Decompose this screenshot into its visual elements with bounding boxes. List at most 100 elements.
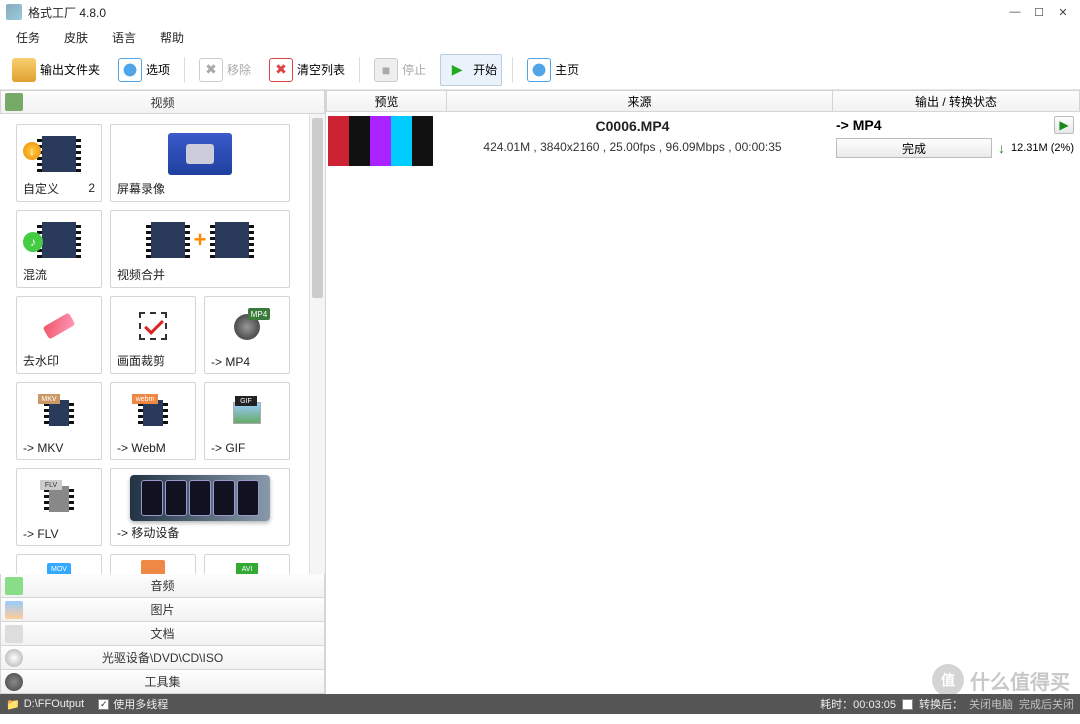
clear-label: 清空列表 (297, 61, 345, 78)
audio-category-icon (5, 577, 23, 595)
menu-language[interactable]: 语言 (102, 25, 146, 50)
tile-to-mp4[interactable]: MP4 -> MP4 (204, 296, 290, 374)
task-size-pct: 12.31M (2%) (1011, 142, 1074, 154)
stop-icon: ■ (374, 58, 398, 82)
remove-icon: ✖ (199, 58, 223, 82)
output-folder-label: 输出文件夹 (40, 61, 100, 78)
remove-button[interactable]: ✖ 移除 (195, 55, 255, 85)
category-audio-label: 音频 (150, 577, 174, 594)
task-list: 预览 来源 输出 / 转换状态 C0006.MP4 424.01M , 3840… (326, 90, 1080, 694)
disc-category-icon (5, 649, 23, 667)
tools-category-icon (5, 673, 23, 691)
tile-custom-badge: 2 (88, 181, 95, 195)
play-icon: ▶ (445, 58, 469, 82)
category-tools-header[interactable]: 工具集 (0, 670, 325, 694)
options-icon (118, 58, 142, 82)
home-button[interactable]: 主页 (523, 55, 583, 85)
sidebar-scrollbar[interactable] (309, 114, 325, 574)
tile-screen-record-label: 屏幕录像 (117, 178, 283, 197)
category-picture-header[interactable]: 图片 (0, 598, 325, 622)
clear-list-button[interactable]: ✖ 清空列表 (265, 55, 349, 85)
tile-to-flv-label: -> FLV (23, 525, 95, 541)
stop-button[interactable]: ■ 停止 (370, 55, 430, 85)
category-disc-header[interactable]: 光驱设备\DVD\CD\ISO (0, 646, 325, 670)
menu-skin[interactable]: 皮肤 (54, 25, 98, 50)
tile-to-gif[interactable]: GIF -> GIF (204, 382, 290, 460)
menu-task[interactable]: 任务 (6, 25, 50, 50)
tile-to-mobile-label: -> 移动设备 (117, 522, 283, 541)
col-preview[interactable]: 预览 (327, 91, 447, 111)
stop-label: 停止 (402, 61, 426, 78)
tile-partial-2[interactable] (110, 554, 196, 574)
done-exit: 完成后关闭 (1019, 696, 1074, 712)
multithread-checkbox[interactable]: ✓ (98, 699, 109, 710)
tile-screen-record[interactable]: 屏幕录像 (110, 124, 290, 202)
video-category-icon (5, 93, 23, 111)
maximize-button[interactable]: ☐ (1028, 4, 1050, 20)
task-row[interactable]: C0006.MP4 424.01M , 3840x2160 , 25.00fps… (326, 112, 1080, 170)
clear-icon: ✖ (269, 58, 293, 82)
menubar: 任务 皮肤 语言 帮助 (0, 24, 1080, 50)
after-convert-checkbox[interactable] (902, 699, 913, 710)
tile-to-mkv[interactable]: MKV -> MKV (16, 382, 102, 460)
watermark-text: 什么值得买 (970, 666, 1070, 695)
category-document-label: 文档 (150, 625, 174, 642)
output-folder-button[interactable]: 输出文件夹 (8, 55, 104, 85)
sidebar: 视频 ↓ 自定义 2 屏幕录像 ♪ 混流 + 视频合并 (0, 90, 326, 694)
task-status-button[interactable]: 完成 (836, 138, 992, 158)
task-file-info: 424.01M , 3840x2160 , 25.00fps , 96.09Mb… (433, 140, 832, 154)
tile-to-webm[interactable]: webm -> WebM (110, 382, 196, 460)
size-reduced-icon: ↓ (998, 140, 1005, 156)
tile-merge-label: 视频合并 (117, 264, 283, 283)
task-play-button[interactable]: ▶ (1054, 116, 1074, 134)
tile-mix-label: 混流 (23, 264, 95, 283)
task-thumbnail (328, 116, 433, 166)
tile-custom[interactable]: ↓ 自定义 2 (16, 124, 102, 202)
tile-to-gif-label: -> GIF (211, 439, 283, 455)
category-document-header[interactable]: 文档 (0, 622, 325, 646)
multithread-label: 使用多线程 (113, 696, 168, 712)
tile-to-mp4-label: -> MP4 (211, 353, 283, 369)
close-button[interactable]: ✕ (1052, 4, 1074, 20)
home-label: 主页 (555, 61, 579, 78)
tile-to-webm-label: -> WebM (117, 439, 189, 455)
task-status-text: 完成 (902, 140, 926, 157)
category-audio-header[interactable]: 音频 (0, 574, 325, 598)
col-output[interactable]: 输出 / 转换状态 (833, 91, 1079, 111)
site-watermark: 值 什么值得买 (932, 664, 1070, 696)
watermark-icon: 值 (932, 664, 964, 696)
elapsed-time: 耗时：00:03:05 (820, 696, 896, 712)
folder-icon-small: 📁 (6, 698, 20, 711)
app-title: 格式工厂 4.8.0 (28, 4, 106, 21)
task-output-format: -> MP4 (836, 117, 1048, 133)
titlebar: 格式工厂 4.8.0 — ☐ ✕ (0, 0, 1080, 24)
tile-to-avi[interactable]: AVI (204, 554, 290, 574)
options-label: 选项 (146, 61, 170, 78)
statusbar: 📁 D:\FFOutput ✓ 使用多线程 耗时：00:03:05 转换后： 关… (0, 694, 1080, 714)
tile-to-mkv-label: -> MKV (23, 439, 95, 455)
menu-help[interactable]: 帮助 (150, 25, 194, 50)
output-path[interactable]: D:\FFOutput (24, 698, 85, 710)
folder-icon (12, 58, 36, 82)
start-button[interactable]: ▶ 开始 (440, 54, 502, 86)
category-disc-label: 光驱设备\DVD\CD\ISO (102, 649, 223, 666)
tile-merge[interactable]: + 视频合并 (110, 210, 290, 288)
after-convert-action: 关闭电脑 (969, 696, 1013, 712)
tile-mix[interactable]: ♪ 混流 (16, 210, 102, 288)
category-picture-label: 图片 (150, 601, 174, 618)
remove-label: 移除 (227, 61, 251, 78)
tile-dewatermark[interactable]: 去水印 (16, 296, 102, 374)
category-tools-label: 工具集 (144, 673, 180, 690)
tile-to-flv[interactable]: FLV -> FLV (16, 468, 102, 546)
app-icon (6, 4, 22, 20)
col-source[interactable]: 来源 (447, 91, 833, 111)
column-headers: 预览 来源 输出 / 转换状态 (326, 90, 1080, 112)
tile-crop[interactable]: 画面裁剪 (110, 296, 196, 374)
category-video-header[interactable]: 视频 (0, 90, 325, 114)
options-button[interactable]: 选项 (114, 55, 174, 85)
tile-to-mov[interactable]: MOV (16, 554, 102, 574)
minimize-button[interactable]: — (1004, 4, 1026, 20)
video-tools-grid: ↓ 自定义 2 屏幕录像 ♪ 混流 + 视频合并 去水印 (0, 114, 325, 574)
tile-to-mobile[interactable]: -> 移动设备 (110, 468, 290, 546)
tile-custom-label: 自定义 (23, 178, 59, 197)
